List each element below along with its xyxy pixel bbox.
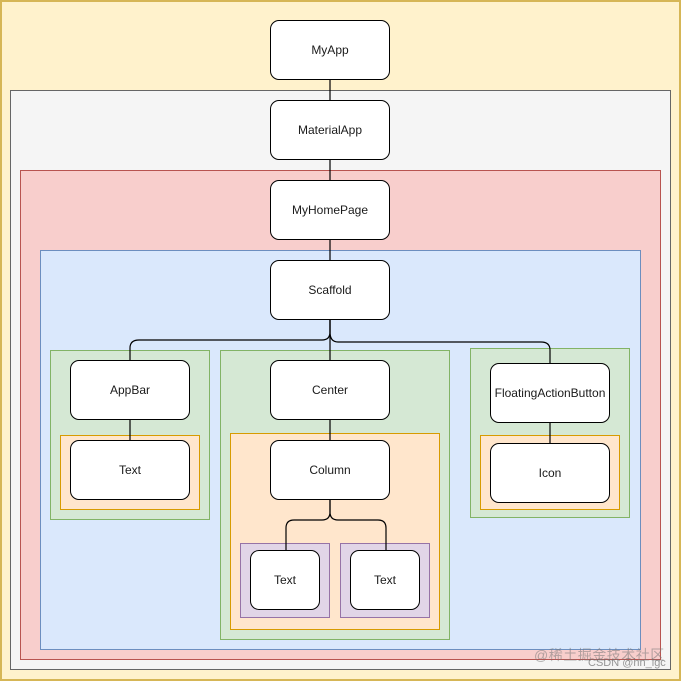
node-appbar: AppBar — [70, 360, 190, 420]
node-label: Center — [311, 383, 349, 397]
node-scaffold: Scaffold — [270, 260, 390, 320]
node-icon: Icon — [490, 443, 610, 503]
node-center: Center — [270, 360, 390, 420]
node-label: Scaffold — [308, 283, 352, 297]
node-column-text-1: Text — [250, 550, 320, 610]
node-fab: FloatingActionButton — [490, 363, 610, 423]
node-materialapp: MaterialApp — [270, 100, 390, 160]
node-label: MyHomePage — [291, 203, 369, 217]
node-myhomepage: MyHomePage — [270, 180, 390, 240]
node-label: MaterialApp — [297, 123, 363, 137]
node-myapp: MyApp — [270, 20, 390, 80]
node-label: FloatingActionButton — [494, 386, 606, 400]
node-column: Column — [270, 440, 390, 500]
node-label: Text — [373, 573, 396, 587]
watermark-csdn: CSDN @hn_lgc — [588, 657, 666, 669]
node-appbar-text: Text — [70, 440, 190, 500]
node-label: Icon — [538, 466, 562, 480]
node-label: Column — [309, 463, 351, 477]
node-label: Text — [118, 463, 141, 477]
node-column-text-2: Text — [350, 550, 420, 610]
node-label: Text — [273, 573, 296, 587]
node-label: AppBar — [109, 383, 151, 397]
node-label: MyApp — [311, 43, 349, 57]
